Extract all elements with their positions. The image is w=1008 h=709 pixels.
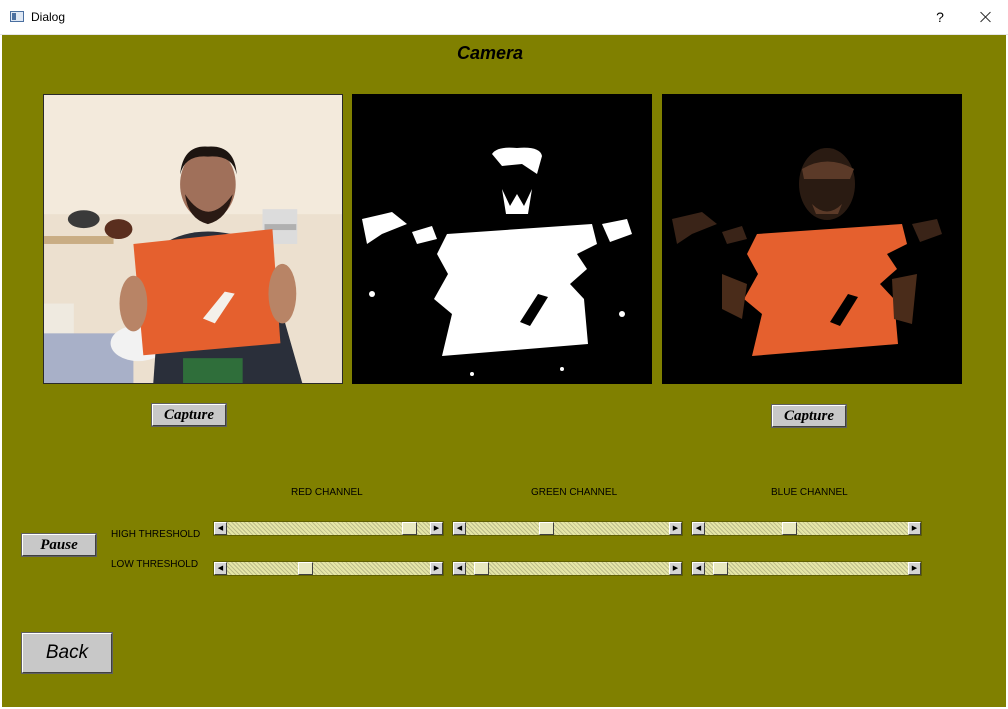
scroll-right-arrow-icon[interactable]: ▶ xyxy=(669,522,682,535)
page-title: Camera xyxy=(456,43,524,63)
blue-high-threshold-slider[interactable]: ◀ ▶ xyxy=(691,521,922,536)
scroll-right-arrow-icon[interactable]: ▶ xyxy=(669,562,682,575)
scroll-right-arrow-icon[interactable]: ▶ xyxy=(908,562,921,575)
window-title: Dialog xyxy=(31,10,66,24)
low-threshold-label: LOW THRESHOLD xyxy=(111,559,199,570)
scroll-left-arrow-icon[interactable]: ◀ xyxy=(453,522,466,535)
blue-low-threshold-slider[interactable]: ◀ ▶ xyxy=(691,561,922,576)
green-channel-label: GREEN CHANNEL xyxy=(531,487,618,498)
scroll-left-arrow-icon[interactable]: ◀ xyxy=(453,562,466,575)
capture-result-button[interactable]: Capture xyxy=(771,404,847,428)
slider-thumb[interactable] xyxy=(782,522,797,535)
high-threshold-label: HIGH THRESHOLD xyxy=(111,529,201,540)
back-button[interactable]: Back xyxy=(21,632,113,674)
scroll-left-arrow-icon[interactable]: ◀ xyxy=(692,522,705,535)
slider-thumb[interactable] xyxy=(402,522,417,535)
blue-channel-label: BLUE CHANNEL xyxy=(771,487,848,498)
scroll-right-arrow-icon[interactable]: ▶ xyxy=(908,522,921,535)
camera-original-image xyxy=(44,95,342,383)
capture-original-button[interactable]: Capture xyxy=(151,403,227,427)
title-bar: Dialog ? xyxy=(0,0,1008,35)
red-channel-label: RED CHANNEL xyxy=(291,487,363,498)
close-icon[interactable] xyxy=(964,0,1008,34)
red-high-threshold-slider[interactable]: ◀ ▶ xyxy=(213,521,444,536)
slider-thumb[interactable] xyxy=(474,562,489,575)
help-button[interactable]: ? xyxy=(922,0,958,34)
filtered-result-image xyxy=(662,94,962,384)
camera-original-view xyxy=(43,94,343,384)
slider-thumb[interactable] xyxy=(713,562,728,575)
green-low-threshold-slider[interactable]: ◀ ▶ xyxy=(452,561,683,576)
dialog-client-area: Camera Capture Capture RED CHANNEL GREEN… xyxy=(2,35,1006,707)
scroll-left-arrow-icon[interactable]: ◀ xyxy=(214,562,227,575)
green-high-threshold-slider[interactable]: ◀ ▶ xyxy=(452,521,683,536)
window-app-icon xyxy=(10,11,24,22)
scroll-right-arrow-icon[interactable]: ▶ xyxy=(430,562,443,575)
threshold-mask-image xyxy=(352,94,652,384)
slider-thumb[interactable] xyxy=(298,562,313,575)
threshold-mask-view xyxy=(352,94,652,384)
red-low-threshold-slider[interactable]: ◀ ▶ xyxy=(213,561,444,576)
scroll-left-arrow-icon[interactable]: ◀ xyxy=(692,562,705,575)
filtered-result-view xyxy=(662,94,962,384)
pause-button[interactable]: Pause xyxy=(21,533,97,557)
scroll-right-arrow-icon[interactable]: ▶ xyxy=(430,522,443,535)
slider-thumb[interactable] xyxy=(539,522,554,535)
scroll-left-arrow-icon[interactable]: ◀ xyxy=(214,522,227,535)
